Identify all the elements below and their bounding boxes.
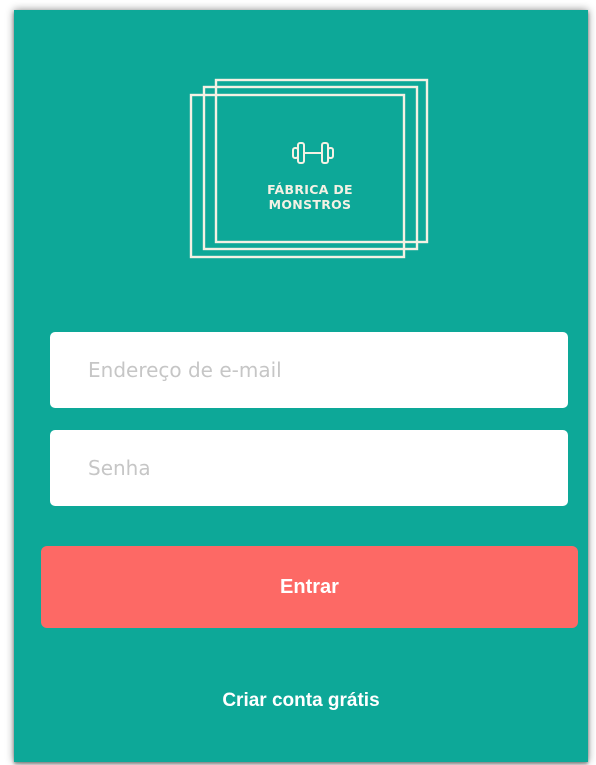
create-account-link[interactable]: Criar conta grátis	[14, 690, 588, 712]
brand-name: FÁBRICA DE MONSTROS	[243, 182, 377, 212]
login-screen: FÁBRICA DE MONSTROS Entrar Criar conta g…	[14, 10, 588, 762]
logo-frames-graphic	[189, 78, 429, 259]
password-field[interactable]	[50, 430, 568, 506]
dumbbell-icon	[292, 142, 334, 164]
brand-name-line-1: FÁBRICA DE	[267, 182, 353, 197]
login-button[interactable]: Entrar	[41, 546, 578, 628]
email-field[interactable]	[50, 332, 568, 408]
password-input[interactable]	[50, 430, 568, 506]
brand-logo: FÁBRICA DE MONSTROS	[189, 78, 429, 260]
brand-name-line-2: MONSTROS	[268, 197, 352, 212]
email-input[interactable]	[50, 332, 568, 408]
